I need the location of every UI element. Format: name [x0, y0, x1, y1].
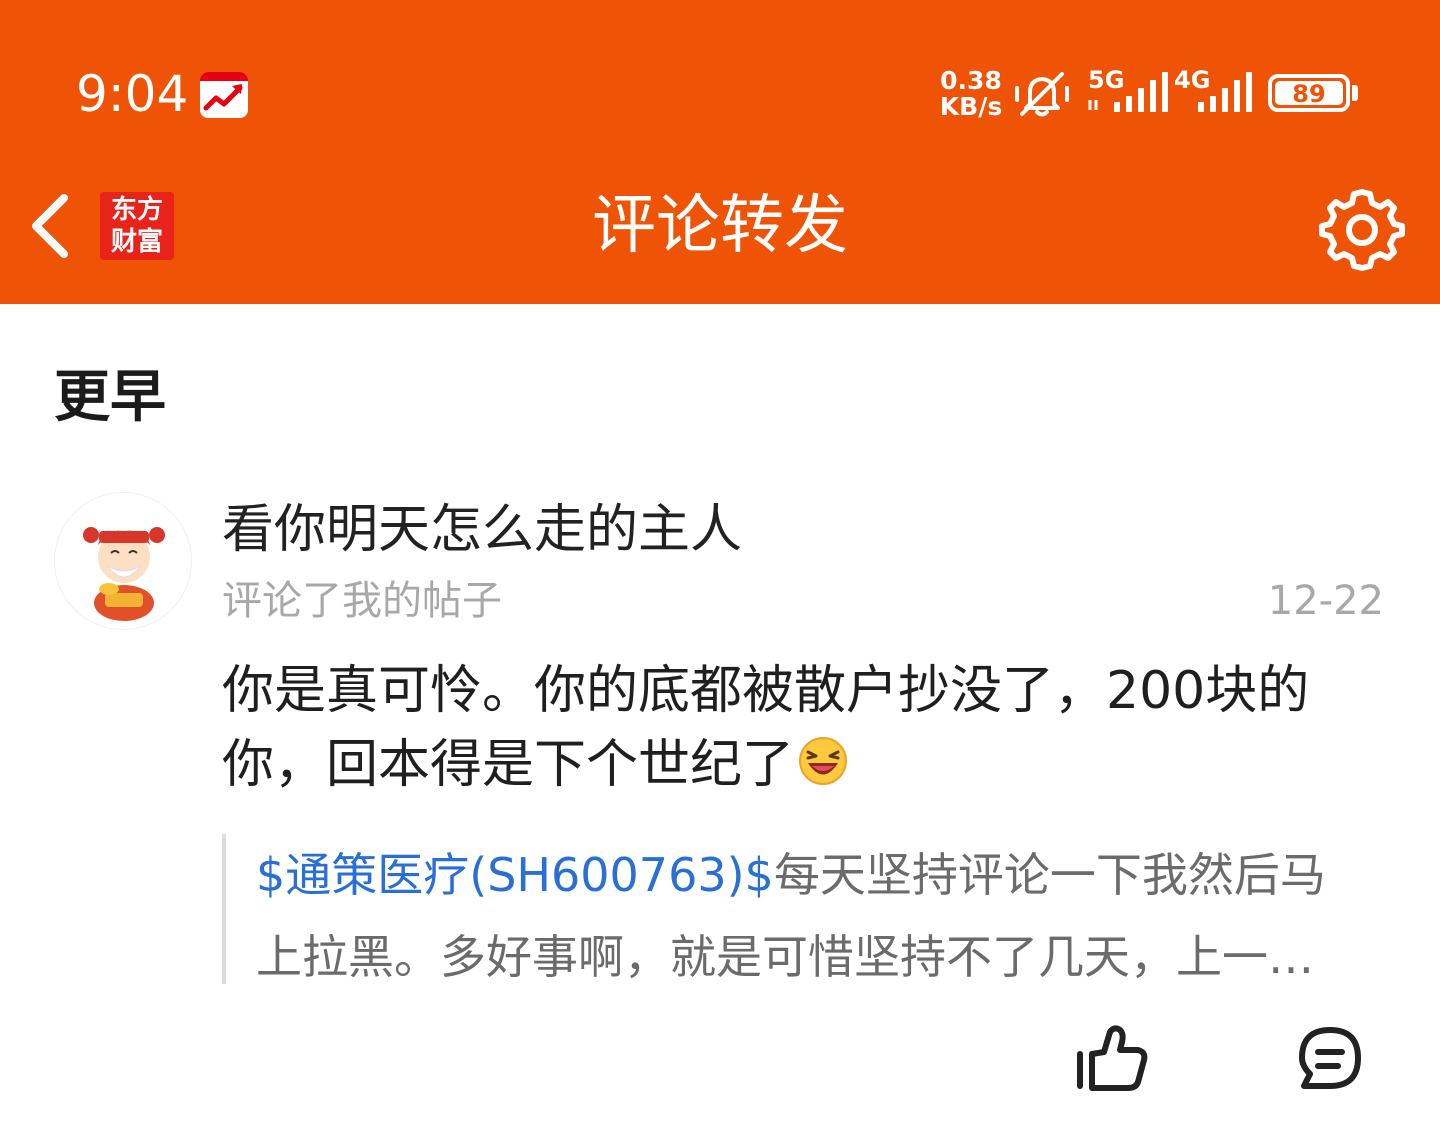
- notification-action: 评论了我的帖子: [222, 578, 502, 624]
- thumbs-up-icon[interactable]: [1074, 1024, 1150, 1092]
- quote-line-1: $通策医疗(SH600763)$每天坚持评论一下我然后马: [256, 848, 1326, 902]
- signal-4g-icon: 4G: [1172, 66, 1254, 118]
- section-title: 更早: [54, 365, 166, 430]
- stock-link[interactable]: $通策医疗(SH600763)$: [256, 848, 774, 902]
- page-title: 评论转发: [592, 189, 848, 263]
- back-arrow-icon[interactable]: [22, 186, 82, 266]
- network-speed: 0.38 KB/s: [939, 66, 1003, 121]
- battery-icon: 89: [1268, 74, 1350, 112]
- brand-logo[interactable]: 东方 财富: [100, 192, 174, 260]
- notification-date: 12-22: [1267, 578, 1384, 624]
- status-indicators: 0.38 KB/s 5G 4G 89: [0, 66, 1440, 126]
- laughing-emoji-icon: [799, 737, 848, 785]
- quote-line-2: 上拉黑。多好事啊，就是可惜坚持不了几天，上一…: [256, 930, 1314, 984]
- gear-icon[interactable]: [1316, 184, 1408, 276]
- signal-5g-icon: 5G: [1086, 66, 1170, 118]
- comment-icon[interactable]: [1296, 1024, 1364, 1092]
- quoted-post[interactable]: $通策医疗(SH600763)$每天坚持评论一下我然后马 上拉黑。多好事啊，就是…: [222, 834, 1392, 984]
- bell-muted-icon: [1015, 72, 1069, 117]
- avatar[interactable]: [54, 492, 192, 630]
- comment-author[interactable]: 看你明天怎么走的主人: [222, 498, 742, 562]
- top-header: 9:04 0.38 KB/s 5G 4G 89 东方 财富 评论转发: [0, 0, 1440, 304]
- comment-text[interactable]: 你是真可怜。你的底都被散户抄没了，200块的你，回本得是下个世纪了: [222, 654, 1392, 802]
